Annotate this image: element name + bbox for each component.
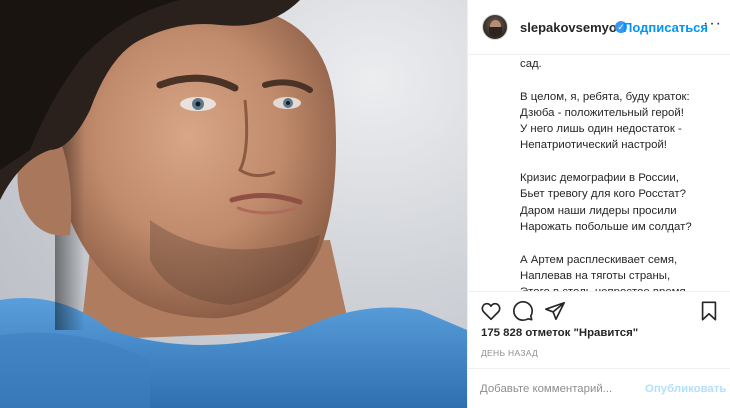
caption-line: Наплевав на тяготы страны, bbox=[520, 269, 671, 282]
caption-line: Дзюба - положительный герой! bbox=[520, 106, 684, 119]
action-bar bbox=[468, 292, 730, 328]
caption-line: Кризис демографии в России, bbox=[520, 172, 679, 185]
username-link[interactable]: slepakovsemyon bbox=[520, 20, 625, 35]
likes-count[interactable]: 175 828 отметок "Нравится" bbox=[481, 327, 638, 339]
caption-line: Этого в столь непростое время bbox=[520, 284, 725, 291]
caption-area: сад. В целом, я, ребята, буду краток: Дзюб… bbox=[468, 55, 730, 292]
post-side-panel: slepakovsemyon ✓ Подписаться ··· сад. В ц… bbox=[467, 0, 730, 408]
publish-button[interactable]: Опубликовать bbox=[645, 383, 726, 395]
heart-icon[interactable] bbox=[480, 300, 502, 322]
ellipsis-icon[interactable]: ··· bbox=[703, 14, 721, 34]
portrait-image bbox=[0, 0, 467, 408]
bookmark-icon[interactable] bbox=[698, 300, 720, 322]
comment-input[interactable] bbox=[480, 379, 645, 399]
caption-line: В целом, я, ребята, буду краток: bbox=[520, 90, 690, 103]
post-photo bbox=[0, 0, 467, 408]
caption-line: Непатриотический настрой! bbox=[520, 139, 667, 152]
avatar[interactable] bbox=[482, 14, 508, 40]
comment-icon[interactable] bbox=[512, 300, 534, 322]
post-time[interactable]: ДЕНЬ НАЗАД bbox=[481, 348, 538, 358]
caption-line: У него лишь один недостаток - bbox=[520, 123, 682, 136]
avatar-beard bbox=[489, 27, 502, 37]
caption-text: сад. В целом, я, ребята, буду краток: Дзюб… bbox=[520, 56, 725, 291]
caption-line: Бьет тревогу для кого Росстат? bbox=[520, 188, 686, 201]
caption-line: А Артем расплескивает семя, bbox=[520, 253, 678, 266]
send-icon[interactable] bbox=[544, 300, 566, 322]
follow-button[interactable]: Подписаться bbox=[623, 20, 708, 35]
caption-line: Даром наши лидеры просили bbox=[520, 204, 677, 217]
comment-bar: Опубликовать bbox=[468, 368, 730, 408]
post-header: slepakovsemyon ✓ Подписаться ··· bbox=[468, 0, 730, 55]
caption-line: Нарожать побольше им солдат? bbox=[520, 220, 692, 233]
caption-line: сад. bbox=[520, 58, 542, 70]
